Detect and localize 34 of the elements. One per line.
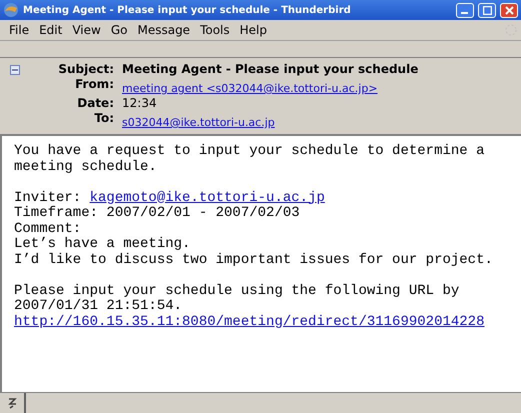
menu-item[interactable]: Tools [195,23,235,37]
window-title: Meeting Agent - Please input your schedule - Thunderbird [23,4,352,16]
field-label: Inviter: [14,190,82,206]
menu-item[interactable]: Help [234,23,272,37]
minus-icon [12,67,18,73]
menu-item[interactable]: View [67,23,106,37]
menu-item[interactable]: Message [132,23,196,37]
menu-item[interactable]: Edit [34,23,68,37]
body-text: Timeframe: 2007/02/01 - 2007/02/03 [14,206,301,222]
close-button[interactable] [500,2,518,18]
close-icon [504,6,514,14]
body-text: I’d like to discuss two important issues for our project. [14,252,494,268]
minimize-button[interactable] [456,2,474,18]
subject-text: Meeting Agent - Please input your schedule [122,62,418,77]
menu-item[interactable]: File [4,23,34,37]
header-label: Subject: [57,62,114,77]
body-text: Please input your schedule using the following URL by 2007/01/31 21:51:54. [14,284,460,314]
collapse-toggle[interactable] [10,65,20,75]
maximize-button[interactable] [478,2,496,18]
app-icon [3,2,19,18]
header-label: To: [93,111,114,127]
address-link[interactable]: s032044@ike.tottori-u.ac.jp [122,115,275,130]
header-label: Date: [76,96,114,111]
body-text: You have a request to input your schedule to determine a meeting schedule. [14,144,486,175]
header-label: From: [74,77,114,93]
date-text: 12:34 [122,96,158,111]
menu-item[interactable]: Go [106,23,132,37]
maximize-icon [482,6,492,14]
body-text: Let’s have a meeting. [14,237,192,252]
status-icon [6,397,18,409]
body-text: Comment: [14,222,82,236]
url-link[interactable]: http://160.15.35.11:8080/meeting/redirect/31169902014228 [14,314,484,330]
address-link[interactable]: meeting agent <s032044@ike.tottori-u.ac.jp> [122,81,378,96]
email-link[interactable]: kagemoto@ike.tottori-u.ac.jp [90,190,325,206]
